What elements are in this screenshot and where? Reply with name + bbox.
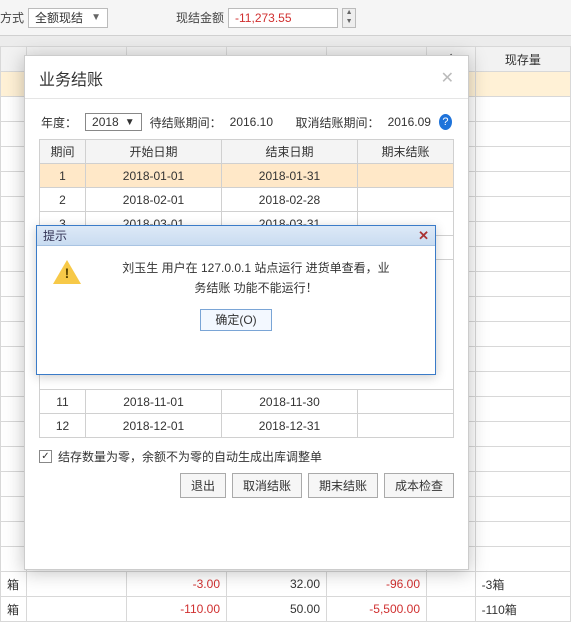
cell-end: 2018-01-31 — [222, 164, 358, 188]
chevron-down-icon: ▼ — [125, 117, 135, 128]
table-row[interactable]: 箱 -110.00 50.00 -5,500.00 -110箱 — [1, 597, 571, 622]
table-row[interactable]: 1 2018-01-01 2018-01-31 — [40, 164, 454, 188]
cancel-period-label: 取消结账期间： — [296, 114, 380, 131]
mode-combo[interactable]: 全额现结 ▼ — [28, 8, 108, 28]
cell-start: 2018-12-01 — [86, 414, 222, 438]
cell-c2: 50.00 — [227, 597, 327, 622]
cost-check-button[interactable]: 成本检查 — [384, 473, 454, 498]
cell-end: 2018-12-31 — [222, 414, 358, 438]
cell-c1: -3.00 — [127, 572, 227, 597]
cell-start: 2018-02-01 — [86, 188, 222, 212]
alert-message: 刘玉生 用户在 127.0.0.1 站点运行 进货单查看，业 务结账 功能不能运… — [93, 258, 419, 299]
cell-period: 12 — [40, 414, 86, 438]
table-row[interactable]: 2 2018-02-01 2018-02-28 — [40, 188, 454, 212]
cell-close — [358, 390, 454, 414]
mode-value: 全额现结 — [35, 9, 83, 26]
background-toolbar: 方式 全额现结 ▼ 现结金额 -11,273.55 ▲▼ — [0, 0, 571, 36]
ok-button[interactable]: 确定(O) — [200, 309, 271, 331]
cancel-close-button[interactable]: 取消结账 — [232, 473, 302, 498]
cell-period: 1 — [40, 164, 86, 188]
cell-close — [358, 188, 454, 212]
cell-c1: -110.00 — [127, 597, 227, 622]
auto-adjust-checkbox[interactable]: ✓ — [39, 450, 52, 463]
year-select[interactable]: 2018 ▼ — [85, 113, 142, 131]
cell-close — [358, 414, 454, 438]
th-end: 结束日期 — [222, 140, 358, 164]
period-table-header: 期间 开始日期 结束日期 期末结账 — [40, 140, 454, 164]
alert-message-line2: 务结账 功能不能运行！ — [194, 281, 317, 295]
chevron-down-icon: ▼ — [91, 12, 101, 23]
cash-amount-field[interactable]: -11,273.55 — [228, 8, 338, 28]
col-header-stock: 现存量 — [475, 47, 570, 72]
auto-adjust-label: 结存数量为零，余额不为零的自动生成出库调整单 — [58, 448, 322, 465]
help-icon[interactable]: ? — [439, 114, 452, 130]
cash-amount-label: 现结金额 — [176, 9, 224, 26]
exit-button[interactable]: 退出 — [180, 473, 226, 498]
dialog-title: 业务结账 — [39, 66, 103, 90]
cell-close — [358, 164, 454, 188]
cell-stock: -3箱 — [475, 572, 570, 597]
period-close-button[interactable]: 期末结账 — [308, 473, 378, 498]
cell-period: 2 — [40, 188, 86, 212]
mode-label: 方式 — [0, 9, 24, 26]
alert-message-line1: 刘玉生 用户在 127.0.0.1 站点运行 进货单查看，业 — [122, 261, 389, 275]
close-icon[interactable]: ✕ — [418, 228, 429, 244]
auto-adjust-checkbox-row: ✓ 结存数量为零，余额不为零的自动生成出库调整单 — [39, 448, 454, 465]
cell-stock: -110箱 — [475, 597, 570, 622]
dialog-button-row: 退出 取消结账 期末结账 成本检查 — [39, 473, 454, 498]
alert-title: 提示 — [43, 227, 67, 244]
pending-label: 待结账期间： — [150, 114, 222, 131]
table-row[interactable]: 箱 -3.00 32.00 -96.00 -3箱 — [1, 572, 571, 597]
th-period: 期间 — [40, 140, 86, 164]
dialog-titlebar: 业务结账 ✕ — [25, 56, 468, 99]
warning-icon: ! — [53, 260, 81, 284]
cell-end: 2018-02-28 — [222, 188, 358, 212]
cell-c2: 32.00 — [227, 572, 327, 597]
close-icon[interactable]: ✕ — [441, 68, 454, 88]
year-row: 年度： 2018 ▼ 待结账期间： 2016.10 取消结账期间： 2016.0… — [41, 113, 452, 131]
amount-spinner[interactable]: ▲▼ — [342, 8, 356, 28]
cash-amount-value: -11,273.55 — [235, 11, 292, 25]
pending-value: 2016.10 — [230, 115, 273, 129]
year-value: 2018 — [92, 115, 119, 129]
table-row[interactable]: 11 2018-11-01 2018-11-30 — [40, 390, 454, 414]
th-start: 开始日期 — [86, 140, 222, 164]
year-label: 年度： — [41, 114, 77, 131]
unit-cell: 箱 — [1, 572, 27, 597]
th-close: 期末结账 — [358, 140, 454, 164]
cell-start: 2018-11-01 — [86, 390, 222, 414]
unit-cell: 箱 — [1, 597, 27, 622]
cell-end: 2018-11-30 — [222, 390, 358, 414]
alert-titlebar: 提示 ✕ — [37, 226, 435, 246]
cell-start: 2018-01-01 — [86, 164, 222, 188]
cancel-period-value: 2016.09 — [388, 115, 431, 129]
table-row[interactable]: 12 2018-12-01 2018-12-31 — [40, 414, 454, 438]
cell-c3: -96.00 — [327, 572, 427, 597]
cell-c3: -5,500.00 — [327, 597, 427, 622]
alert-dialog: 提示 ✕ ! 刘玉生 用户在 127.0.0.1 站点运行 进货单查看，业 务结… — [36, 225, 436, 375]
cell-period: 11 — [40, 390, 86, 414]
